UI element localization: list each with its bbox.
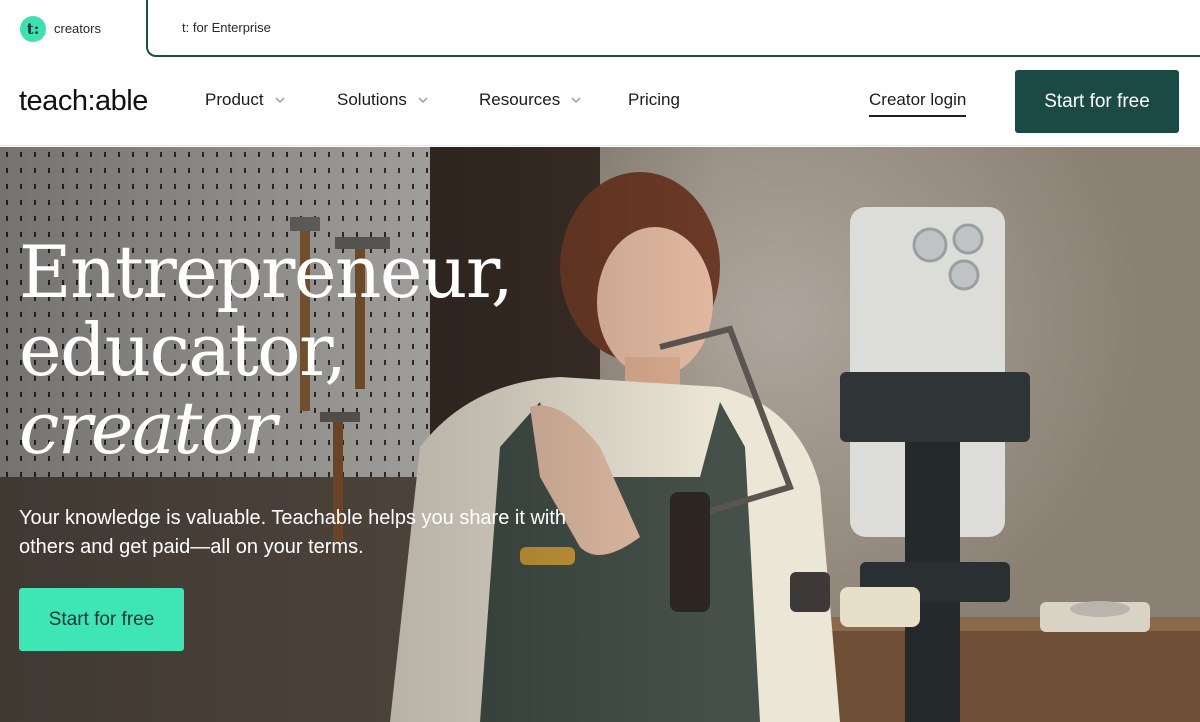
nav-item-label: Solutions bbox=[337, 90, 407, 109]
nav-item-label: Product bbox=[205, 90, 264, 109]
hero-start-for-free-button[interactable]: Start for free bbox=[19, 588, 184, 651]
hero-subcopy: Your knowledge is valuable. Teachable he… bbox=[19, 507, 567, 558]
brand-logo[interactable]: teach:able bbox=[19, 85, 148, 118]
nav-item-label: Pricing bbox=[628, 90, 680, 109]
nav-item-pricing[interactable]: Pricing bbox=[628, 90, 680, 110]
tab-creators[interactable]: t: creators bbox=[0, 0, 147, 57]
nav-item-label: Resources bbox=[479, 90, 561, 109]
tab-enterprise-label: t: for Enterprise bbox=[182, 20, 271, 35]
hero-section: Entrepreneur, educator, creator Your kno… bbox=[0, 147, 1200, 722]
audience-switcher: t: creators t: for Enterprise bbox=[0, 0, 1200, 58]
nav-item-resources[interactable]: Resources bbox=[479, 90, 582, 110]
headline-line-emphasis: creator bbox=[19, 386, 277, 470]
tab-enterprise[interactable]: t: for Enterprise bbox=[146, 0, 1200, 57]
teachable-t-logo-icon: t: bbox=[20, 15, 46, 42]
chevron-down-icon bbox=[418, 97, 428, 103]
nav-item-product[interactable]: Product bbox=[205, 90, 286, 110]
creator-login-link[interactable]: Creator login bbox=[869, 90, 967, 117]
nav-item-solutions[interactable]: Solutions bbox=[337, 90, 429, 110]
chevron-down-icon bbox=[571, 97, 581, 103]
chevron-down-icon bbox=[275, 97, 285, 103]
tab-creators-label: creators bbox=[54, 21, 101, 36]
main-nav: teach:able Product Solutions Resources P… bbox=[0, 58, 1200, 146]
start-for-free-button[interactable]: Start for free bbox=[1015, 70, 1179, 133]
headline-line: educator, bbox=[19, 308, 347, 392]
headline-line: Entrepreneur, bbox=[19, 230, 514, 314]
hero-headline: Entrepreneur, educator, creator bbox=[19, 230, 514, 470]
